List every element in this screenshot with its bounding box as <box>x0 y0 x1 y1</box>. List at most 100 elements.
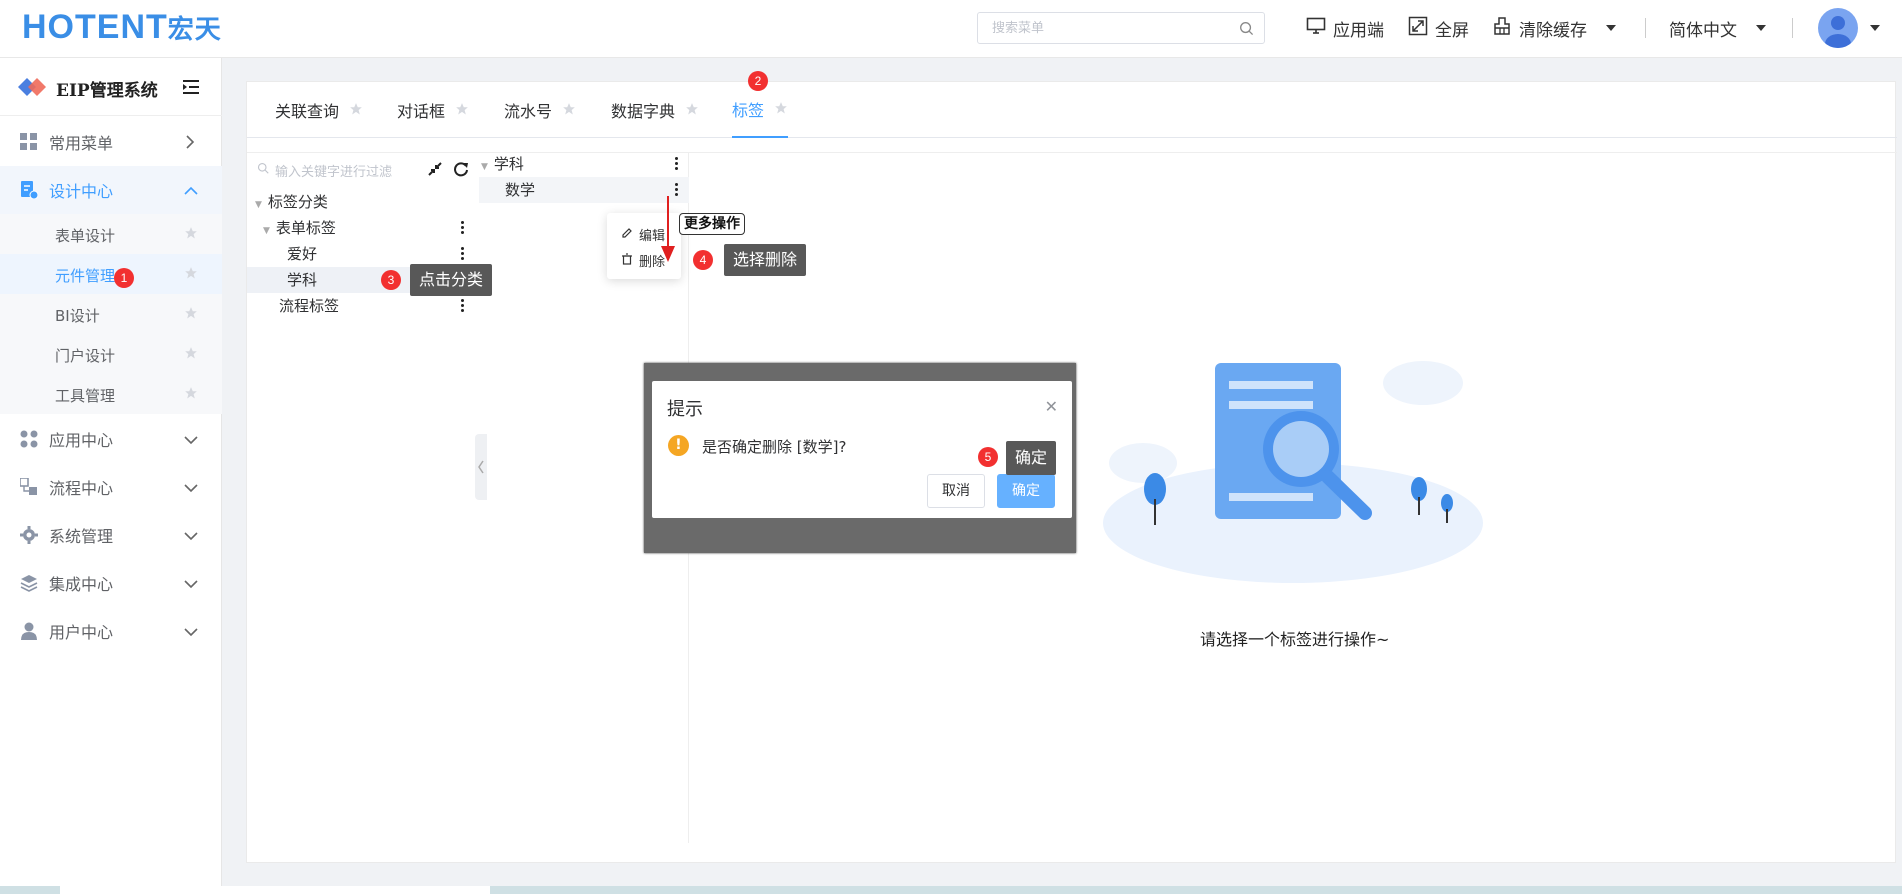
sub-label: 元件管理 <box>55 267 116 285</box>
logo-cn-text: 宏天 <box>167 14 222 44</box>
tree-filter[interactable]: 输入关键字进行过滤 <box>257 159 427 181</box>
more-actions-icon[interactable] <box>461 247 465 262</box>
menu-label: 集成中心 <box>49 575 114 594</box>
chevron-right-icon <box>184 135 196 153</box>
tab-serial-number[interactable]: 流水号 <box>504 82 576 138</box>
tree-node-label: 学科 <box>493 155 524 173</box>
apps-icon <box>20 430 38 448</box>
tree-node-subject-parent[interactable]: ▼ 学科 <box>481 151 524 177</box>
menu-item-delete[interactable]: 删除 <box>621 251 665 270</box>
tree-node-label: 数学 <box>505 181 536 199</box>
more-actions-icon[interactable] <box>675 157 679 172</box>
collapse-all-icon[interactable] <box>427 161 443 181</box>
layers-icon <box>20 574 38 592</box>
cancel-button[interactable]: 取消 <box>927 474 985 508</box>
menu-app-center[interactable]: 应用中心 <box>0 415 222 463</box>
sub-component-manage[interactable]: 元件管理 <box>0 254 222 294</box>
fullscreen-button[interactable]: 全屏 <box>1408 16 1469 41</box>
fullscreen-icon <box>1408 16 1428 41</box>
star-icon[interactable] <box>685 101 699 120</box>
chevron-down-icon <box>184 432 198 450</box>
sub-portal-design[interactable]: 门户设计 <box>0 334 222 374</box>
star-icon[interactable] <box>184 266 198 284</box>
tree-node-subject[interactable]: 学科 <box>287 267 317 293</box>
menu-common[interactable]: 常用菜单 <box>0 118 222 166</box>
menu-search-box[interactable] <box>977 12 1265 44</box>
tree-node-flow-tags[interactable]: 流程标签 <box>279 293 339 319</box>
hint-confirm: 确定 <box>1006 441 1057 475</box>
tree-node-hobby[interactable]: 爱好 <box>287 241 317 267</box>
tab-label: 关联查询 <box>275 102 340 121</box>
menu-label: 用户中心 <box>49 623 114 642</box>
menu-label: 设计中心 <box>49 182 114 201</box>
star-icon[interactable] <box>184 346 198 364</box>
menu-system-manage[interactable]: 系统管理 <box>0 511 222 559</box>
menu-collapse-icon[interactable] <box>183 80 199 98</box>
tab-label: 数据字典 <box>611 102 676 121</box>
refresh-icon[interactable] <box>453 161 469 181</box>
close-icon[interactable]: ✕ <box>1045 397 1058 416</box>
caret-down-icon[interactable] <box>1870 25 1880 31</box>
tab-label: 标签 <box>732 101 765 120</box>
menu-integration-center[interactable]: 集成中心 <box>0 559 222 607</box>
star-icon[interactable] <box>562 101 576 120</box>
language-label: 简体中文 <box>1669 20 1737 41</box>
user-avatar[interactable] <box>1818 8 1858 48</box>
edit-icon <box>621 227 633 243</box>
more-actions-icon[interactable] <box>461 221 465 236</box>
step-badge-5: 5 <box>978 447 998 467</box>
header-divider <box>1645 18 1646 38</box>
menu-design-center[interactable]: 设计中心 <box>0 166 222 214</box>
sub-label: 工具管理 <box>55 387 116 405</box>
clear-cache-dropdown[interactable]: 清除缓存 <box>1492 16 1616 41</box>
sub-label: 门户设计 <box>55 347 116 365</box>
star-icon[interactable] <box>774 100 788 119</box>
language-dropdown[interactable]: 简体中文 <box>1669 16 1766 41</box>
warning-icon: ! <box>668 435 689 456</box>
star-icon[interactable] <box>349 101 363 120</box>
flow-icon <box>19 477 38 496</box>
tab-relation-query[interactable]: 关联查询 <box>275 82 363 138</box>
tab-data-dictionary[interactable]: 数据字典 <box>611 82 699 138</box>
sub-bi-design[interactable]: BI设计 <box>0 294 222 334</box>
caret-down-icon: ▼ <box>255 200 262 210</box>
caret-down-icon: ▼ <box>481 162 488 172</box>
chevron-down-icon <box>184 624 198 642</box>
tree-node-root[interactable]: ▼ 标签分类 <box>255 189 328 215</box>
tree-node-label: 表单标签 <box>275 219 336 237</box>
search-icon[interactable] <box>1239 21 1254 40</box>
caret-down-icon: ▼ <box>263 226 270 236</box>
star-icon[interactable] <box>184 386 198 404</box>
menu-label: 流程中心 <box>49 479 114 498</box>
menu-search-input[interactable] <box>978 13 1228 43</box>
diamond-logo-icon <box>18 78 48 100</box>
grid-icon <box>20 133 38 151</box>
tree-node-label: 爱好 <box>287 245 318 263</box>
tab-label: 流水号 <box>504 102 553 121</box>
fullscreen-label: 全屏 <box>1435 20 1469 41</box>
menu-user-center[interactable]: 用户中心 <box>0 607 222 655</box>
menu-flow-center[interactable]: 流程中心 <box>0 463 222 511</box>
star-icon[interactable] <box>184 306 198 324</box>
tree-node-form-tags[interactable]: ▼ 表单标签 <box>263 215 477 241</box>
chevron-down-icon <box>184 576 198 594</box>
menu-item-edit[interactable]: 编辑 <box>621 225 665 244</box>
app-client-button[interactable]: 应用端 <box>1306 16 1384 41</box>
more-actions-icon[interactable] <box>461 299 465 314</box>
tab-dialog[interactable]: 对话框 <box>397 82 469 138</box>
menu-label: 应用中心 <box>49 431 114 450</box>
brand-logo[interactable]: HOTENT宏天 <box>22 8 222 47</box>
caret-down-icon <box>1756 25 1766 31</box>
confirm-button[interactable]: 确定 <box>997 474 1055 508</box>
sub-form-design[interactable]: 表单设计 <box>0 214 222 254</box>
search-icon <box>257 162 269 178</box>
tree-node-math[interactable]: 数学 <box>505 177 535 203</box>
hint-select-delete: 选择删除 <box>724 244 807 276</box>
trash-icon <box>621 252 633 269</box>
sub-tool-manage[interactable]: 工具管理 <box>0 374 222 414</box>
star-icon[interactable] <box>455 101 469 120</box>
star-icon[interactable] <box>184 226 198 244</box>
sidebar: EIP管理系统 常用菜单 设计中心 表单设计 元件管理 BI设计 门户设计 工具… <box>0 58 222 894</box>
tree-node-label: 流程标签 <box>279 297 340 315</box>
panel-collapse-handle[interactable] <box>475 434 487 500</box>
